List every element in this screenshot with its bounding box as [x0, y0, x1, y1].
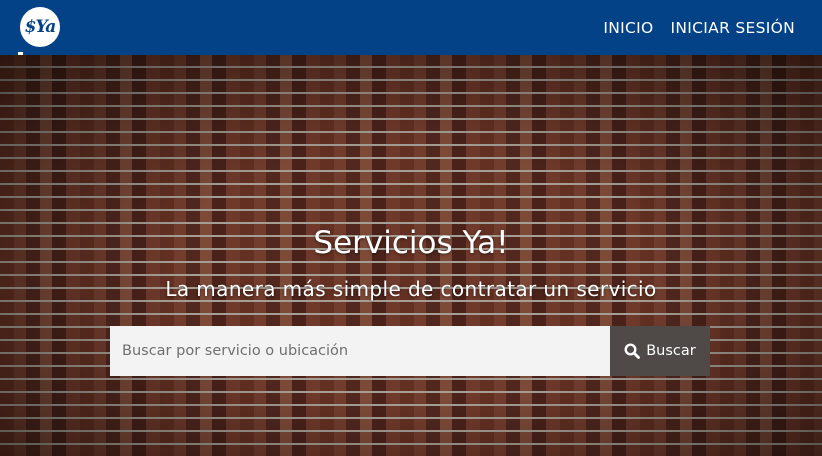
- nav-link-iniciar-sesion[interactable]: INICIAR SESIÓN: [671, 19, 795, 37]
- hero-section: Servicios Ya! La manera más simple de co…: [0, 55, 822, 456]
- search-icon: [624, 343, 641, 359]
- nav-links: INICIO INICIAR SESIÓN: [603, 19, 795, 37]
- hero-subtitle: La manera más simple de contratar un ser…: [165, 277, 657, 301]
- search-button-label: Buscar: [646, 343, 696, 359]
- hero-title: Servicios Ya!: [313, 225, 509, 261]
- search-button[interactable]: Buscar: [610, 326, 710, 376]
- logo[interactable]: $Ya: [18, 6, 60, 55]
- nav-link-inicio[interactable]: INICIO: [603, 19, 653, 37]
- navbar: $Ya INICIO INICIAR SESIÓN: [0, 0, 822, 55]
- logo-text: $Ya: [24, 16, 57, 37]
- search-input[interactable]: [110, 326, 610, 376]
- search-form: Buscar: [110, 326, 710, 376]
- logo-underline: [18, 51, 23, 55]
